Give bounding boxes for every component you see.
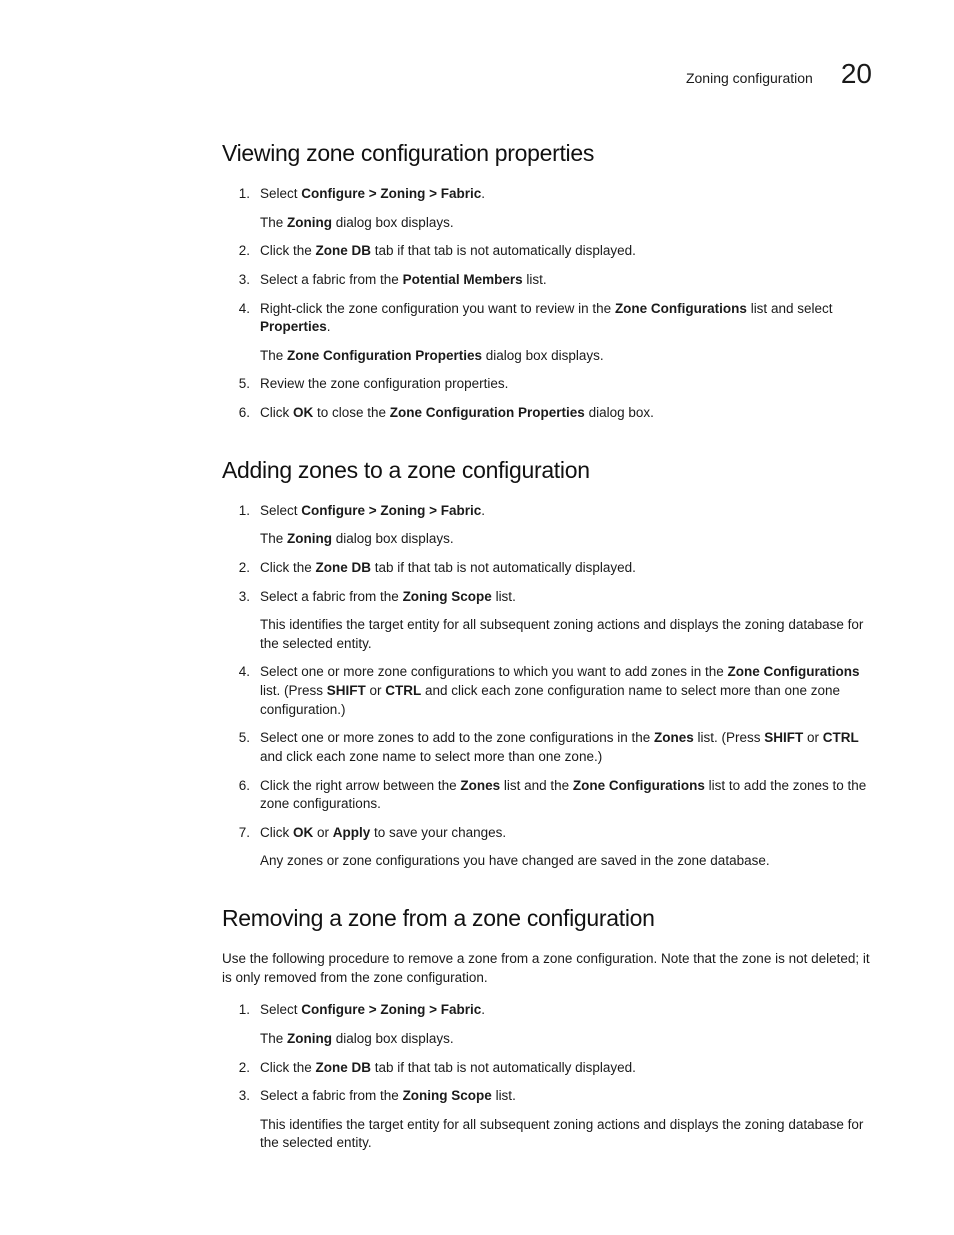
step-number: 1.	[222, 1001, 260, 1048]
step: 6.Click OK to close the Zone Configurati…	[222, 404, 872, 423]
section-intro: Use the following procedure to remove a …	[222, 950, 872, 987]
step-number: 5.	[222, 375, 260, 394]
step-result-text: The Zoning dialog box displays.	[260, 214, 872, 233]
step-number: 3.	[222, 588, 260, 654]
step-body: Click the Zone DB tab if that tab is not…	[260, 242, 872, 261]
section-heading: Removing a zone from a zone configuratio…	[222, 905, 872, 932]
step: 3.Select a fabric from the Zoning Scope …	[222, 588, 872, 654]
section: Viewing zone configuration properties1.S…	[222, 140, 872, 423]
step-text: Select Configure > Zoning > Fabric.	[260, 185, 872, 204]
step-number: 6.	[222, 404, 260, 423]
section: Adding zones to a zone configuration1.Se…	[222, 457, 872, 871]
step-text: Select one or more zones to add to the z…	[260, 729, 872, 766]
step-body: Select a fabric from the Zoning Scope li…	[260, 588, 872, 654]
step-number: 7.	[222, 824, 260, 871]
step-text: Select a fabric from the Zoning Scope li…	[260, 588, 872, 607]
step-body: Right-click the zone configuration you w…	[260, 300, 872, 366]
step-number: 2.	[222, 559, 260, 578]
step-result-text: The Zone Configuration Properties dialog…	[260, 347, 872, 366]
step-body: Click the right arrow between the Zones …	[260, 777, 872, 814]
step: 1.Select Configure > Zoning > Fabric. The…	[222, 502, 872, 549]
step-text: Click the right arrow between the Zones …	[260, 777, 872, 814]
step-text: Review the zone configuration properties…	[260, 375, 872, 394]
step: 4.Right-click the zone configuration you…	[222, 300, 872, 366]
step-body: Select Configure > Zoning > Fabric. The Z…	[260, 502, 872, 549]
step-body: Click OK or Apply to save your changes. A…	[260, 824, 872, 871]
step-body: Select Configure > Zoning > Fabric. The Z…	[260, 185, 872, 232]
step-number: 2.	[222, 242, 260, 261]
step-body: Select one or more zones to add to the z…	[260, 729, 872, 766]
step-result-text: Any zones or zone configurations you hav…	[260, 852, 872, 871]
step-text: Select a fabric from the Zoning Scope li…	[260, 1087, 872, 1106]
step-number: 6.	[222, 777, 260, 814]
content-body: Viewing zone configuration properties1.S…	[222, 140, 872, 1153]
step-body: Select a fabric from the Zoning Scope li…	[260, 1087, 872, 1153]
step: 6.Click the right arrow between the Zone…	[222, 777, 872, 814]
step-body: Select Configure > Zoning > Fabric. The Z…	[260, 1001, 872, 1048]
step-text: Click the Zone DB tab if that tab is not…	[260, 559, 872, 578]
step-body: Select one or more zone configurations t…	[260, 663, 872, 719]
section-heading: Viewing zone configuration properties	[222, 140, 872, 167]
header-chapter-number: 20	[841, 58, 872, 90]
step: 4.Select one or more zone configurations…	[222, 663, 872, 719]
step-text: Click OK to close the Zone Configuration…	[260, 404, 872, 423]
page: Zoning configuration 20 Viewing zone con…	[0, 0, 954, 1235]
step: 2.Click the Zone DB tab if that tab is n…	[222, 559, 872, 578]
step: 1.Select Configure > Zoning > Fabric. The…	[222, 185, 872, 232]
step-body: Click OK to close the Zone Configuration…	[260, 404, 872, 423]
step-result-text: The Zoning dialog box displays.	[260, 530, 872, 549]
step-text: Select Configure > Zoning > Fabric.	[260, 502, 872, 521]
step: 7.Click OK or Apply to save your changes…	[222, 824, 872, 871]
step: 5.Select one or more zones to add to the…	[222, 729, 872, 766]
step: 3.Select a fabric from the Potential Mem…	[222, 271, 872, 290]
step-result-text: The Zoning dialog box displays.	[260, 1030, 872, 1049]
step-text: Click OK or Apply to save your changes.	[260, 824, 872, 843]
step-text: Click the Zone DB tab if that tab is not…	[260, 242, 872, 261]
step: 3.Select a fabric from the Zoning Scope …	[222, 1087, 872, 1153]
step-number: 4.	[222, 663, 260, 719]
step: 2.Click the Zone DB tab if that tab is n…	[222, 1059, 872, 1078]
running-header: Zoning configuration 20	[82, 58, 872, 90]
step-result-text: This identifies the target entity for al…	[260, 1116, 872, 1153]
step-text: Select Configure > Zoning > Fabric.	[260, 1001, 872, 1020]
header-section: Zoning configuration	[686, 70, 813, 86]
step-number: 1.	[222, 502, 260, 549]
step-number: 4.	[222, 300, 260, 366]
step-number: 1.	[222, 185, 260, 232]
step: 5.Review the zone configuration properti…	[222, 375, 872, 394]
step-text: Click the Zone DB tab if that tab is not…	[260, 1059, 872, 1078]
step-number: 2.	[222, 1059, 260, 1078]
step-text: Right-click the zone configuration you w…	[260, 300, 872, 337]
step-number: 5.	[222, 729, 260, 766]
step-body: Click the Zone DB tab if that tab is not…	[260, 559, 872, 578]
step-result-text: This identifies the target entity for al…	[260, 616, 872, 653]
step: 1.Select Configure > Zoning > Fabric. The…	[222, 1001, 872, 1048]
step-body: Select a fabric from the Potential Membe…	[260, 271, 872, 290]
section-heading: Adding zones to a zone configuration	[222, 457, 872, 484]
step-body: Click the Zone DB tab if that tab is not…	[260, 1059, 872, 1078]
step-number: 3.	[222, 1087, 260, 1153]
step-number: 3.	[222, 271, 260, 290]
step: 2.Click the Zone DB tab if that tab is n…	[222, 242, 872, 261]
step-text: Select a fabric from the Potential Membe…	[260, 271, 872, 290]
section: Removing a zone from a zone configuratio…	[222, 905, 872, 1153]
step-text: Select one or more zone configurations t…	[260, 663, 872, 719]
step-body: Review the zone configuration properties…	[260, 375, 872, 394]
